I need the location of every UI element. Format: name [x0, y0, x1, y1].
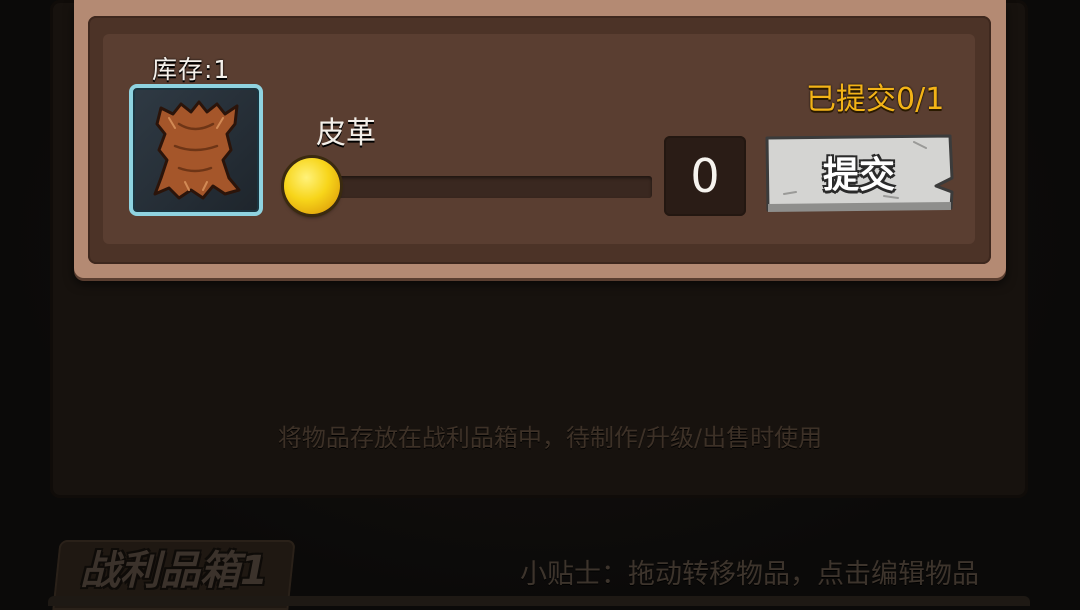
leather-hide-icon [153, 100, 241, 200]
item-slot[interactable] [129, 84, 263, 216]
quantity-slider-knob[interactable] [284, 158, 340, 214]
storage-hint-text: 将物品存放在战利品箱中，待制作/升级/出售时使用 [277, 424, 823, 452]
submitted-progress-label: 已提交0/1 [806, 82, 945, 117]
quantity-slider-track[interactable] [300, 176, 652, 198]
quantity-display: 0 [664, 136, 746, 216]
item-name: 皮革 [316, 116, 376, 151]
submit-button[interactable]: 提交 [764, 134, 954, 214]
loot-box-panel-top-edge [48, 596, 1030, 606]
stock-count-label: 库存:1 [152, 55, 231, 84]
tip-text: 小贴士：拖动转移物品，点击编辑物品 [520, 559, 979, 590]
loot-box-title: 战利品箱1 [80, 548, 268, 594]
submit-button-label: 提交 [822, 155, 895, 196]
